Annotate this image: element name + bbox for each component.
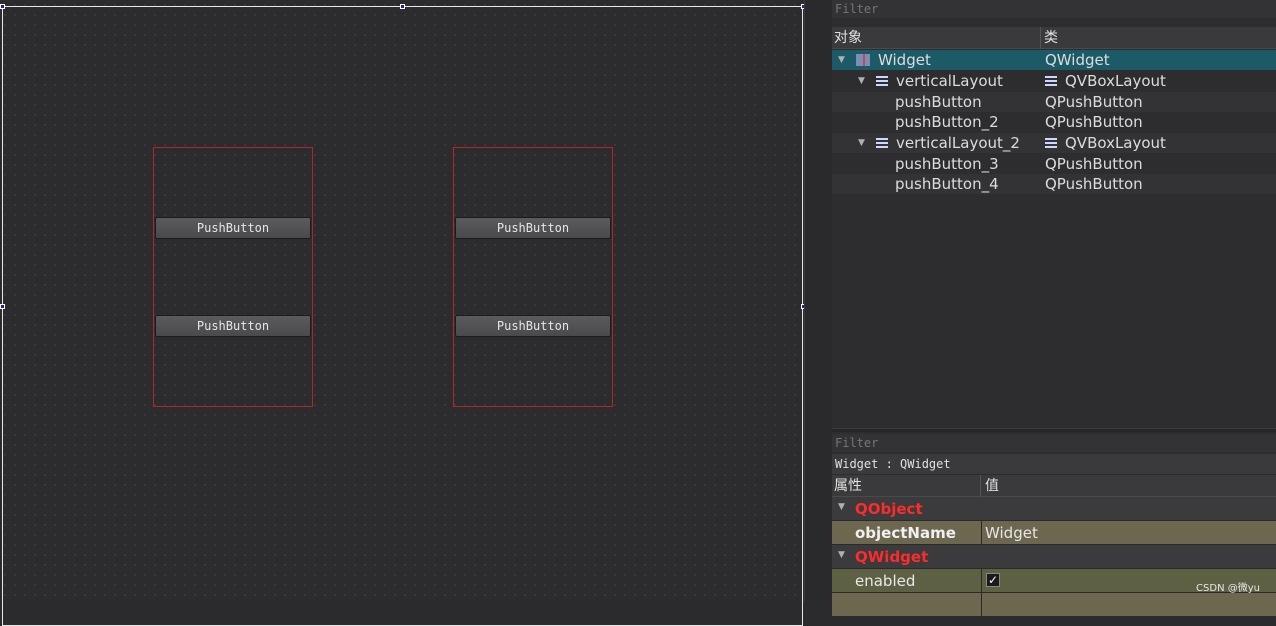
watermark: CSDN @微yu	[1196, 583, 1260, 594]
tree-row-pushbutton-4[interactable]: pushButton_4 QPushButton	[832, 174, 1276, 194]
tree-row-pushbutton-2[interactable]: pushButton_2 QPushButton	[832, 112, 1276, 132]
expand-arrow-icon[interactable]: ▼	[838, 50, 845, 70]
collapse-arrow-icon[interactable]: ▼	[838, 497, 845, 517]
object-name: verticalLayout_2	[896, 134, 1020, 152]
object-class: QVBoxLayout	[1065, 72, 1166, 90]
vertical-layout-2[interactable]	[453, 147, 613, 407]
property-value[interactable]: Widget	[985, 521, 1038, 545]
resize-handle-top[interactable]	[400, 4, 405, 9]
push-button-4[interactable]: PushButton	[455, 315, 611, 337]
object-name: pushButton_2	[895, 113, 999, 131]
object-name: Widget	[878, 51, 931, 69]
property-row-geometry[interactable]	[832, 593, 1276, 617]
property-filter-input[interactable]	[832, 434, 1276, 452]
property-group-qobject[interactable]: ▼ QObject	[832, 497, 1276, 521]
property-name: enabled	[855, 572, 916, 590]
selected-object-title: Widget : QWidget	[832, 454, 1276, 474]
object-inspector-header: 对象 类	[832, 27, 1276, 49]
object-class: QPushButton	[1045, 93, 1143, 111]
object-class: QPushButton	[1045, 155, 1143, 173]
expand-arrow-icon[interactable]: ▼	[858, 71, 865, 91]
panel-splitter[interactable]	[804, 0, 832, 602]
object-column-header[interactable]: 对象	[834, 27, 862, 49]
push-button-2[interactable]: PushButton	[155, 315, 311, 337]
push-button-1[interactable]: PushButton	[155, 217, 311, 239]
property-editor-header: 属性 值	[832, 475, 1276, 497]
value-column-header[interactable]: 值	[985, 475, 999, 497]
layout-icon	[876, 138, 888, 149]
object-name: pushButton	[895, 93, 982, 111]
resize-handle-top-left[interactable]	[0, 4, 5, 9]
layout-icon	[1045, 76, 1057, 87]
vertical-layout-1[interactable]	[153, 147, 313, 407]
tree-row-pushbutton[interactable]: pushButton QPushButton	[832, 92, 1276, 112]
widget-icon	[856, 54, 870, 66]
enabled-checkbox[interactable]: ✓	[986, 573, 1000, 587]
property-row-objectname[interactable]: objectName Widget	[832, 521, 1276, 545]
layout-icon	[1045, 138, 1057, 149]
tree-row-verticallayout[interactable]: ▼ verticalLayout QVBoxLayout	[832, 71, 1276, 91]
object-class: QPushButton	[1045, 175, 1143, 193]
form-selection-border	[2, 6, 803, 626]
object-class: QWidget	[1045, 51, 1110, 69]
layout-icon	[876, 76, 888, 87]
object-filter-input[interactable]	[832, 0, 1276, 18]
class-column-header[interactable]: 类	[1044, 27, 1058, 49]
object-class: QVBoxLayout	[1065, 134, 1166, 152]
form-canvas[interactable]: PushButton PushButton PushButton PushBut…	[0, 0, 806, 626]
tree-row-pushbutton-3[interactable]: pushButton_3 QPushButton	[832, 154, 1276, 174]
tree-row-widget[interactable]: ▼ Widget QWidget	[832, 50, 1276, 70]
side-panels: 对象 类 ▼ Widget QWidget ▼ verticalLayout Q…	[832, 0, 1276, 617]
tree-row-verticallayout-2[interactable]: ▼ verticalLayout_2 QVBoxLayout	[832, 133, 1276, 153]
object-name: pushButton_4	[895, 175, 999, 193]
property-column-header[interactable]: 属性	[834, 475, 862, 497]
property-group-qwidget[interactable]: ▼ QWidget	[832, 545, 1276, 569]
expand-arrow-icon[interactable]: ▼	[858, 133, 865, 153]
group-label: QObject	[855, 500, 923, 518]
push-button-3[interactable]: PushButton	[455, 217, 611, 239]
object-name: pushButton_3	[895, 155, 999, 173]
collapse-arrow-icon[interactable]: ▼	[838, 545, 845, 565]
panel-splitter-horizontal[interactable]	[832, 428, 1276, 432]
property-name: objectName	[855, 524, 956, 542]
object-class: QPushButton	[1045, 113, 1143, 131]
group-label: QWidget	[855, 548, 929, 566]
object-name: verticalLayout	[896, 72, 1003, 90]
resize-handle-left[interactable]	[0, 304, 5, 309]
